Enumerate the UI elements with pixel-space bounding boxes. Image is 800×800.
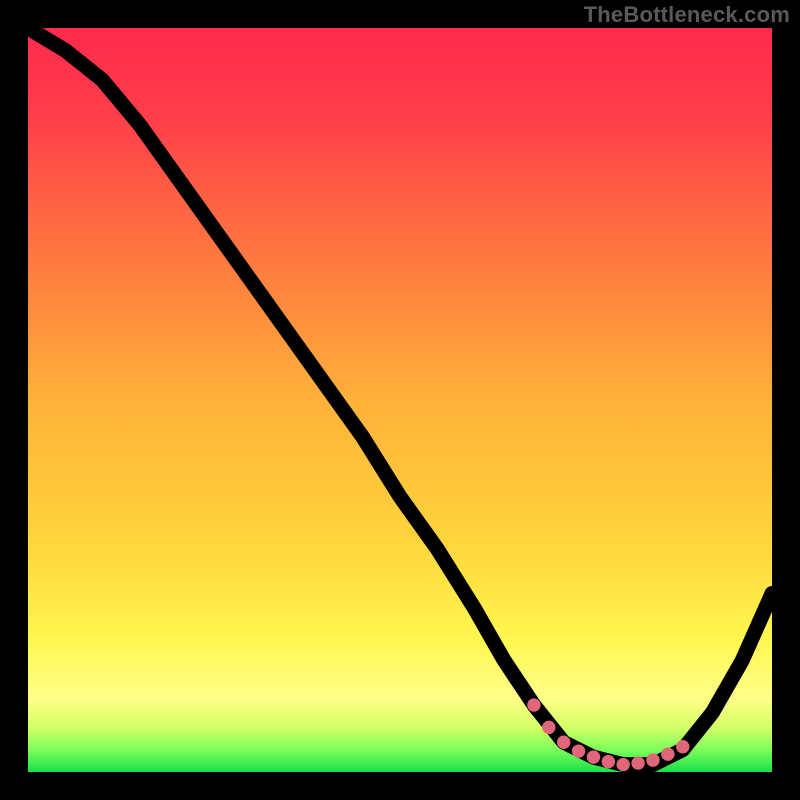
optimal-marker: [587, 750, 600, 763]
optimal-marker: [646, 753, 659, 766]
optimal-marker: [617, 758, 630, 771]
optimal-marker: [661, 747, 674, 760]
optimal-marker: [542, 721, 555, 734]
optimal-marker: [676, 740, 689, 753]
optimal-marker: [557, 736, 570, 749]
optimal-marker: [527, 698, 540, 711]
optimal-marker: [602, 755, 615, 768]
gradient-background: [28, 28, 772, 772]
bottleneck-chart: [28, 28, 772, 772]
optimal-marker: [572, 744, 585, 757]
watermark-text: TheBottleneck.com: [584, 2, 790, 28]
optimal-marker: [631, 756, 644, 769]
chart-frame: TheBottleneck.com: [0, 0, 800, 800]
